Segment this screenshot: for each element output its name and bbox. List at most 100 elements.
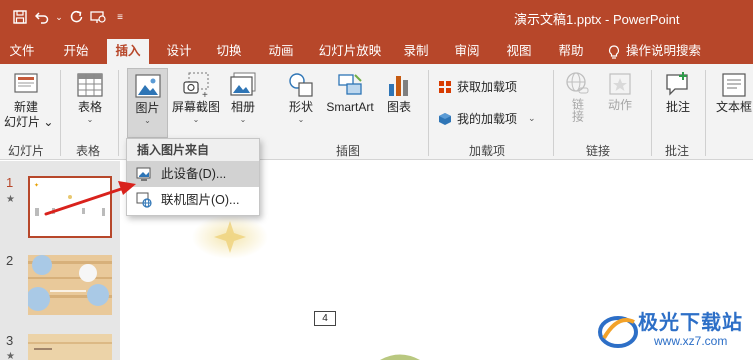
smartart-icon bbox=[338, 74, 362, 95]
this-device-label: 此设备(D)... bbox=[161, 167, 227, 181]
watermark-url: www.xz7.com bbox=[654, 334, 728, 348]
group-label-addins: 加载项 bbox=[469, 144, 506, 158]
slide-number: 3 bbox=[6, 333, 14, 348]
slide-thumbnail-3[interactable] bbox=[28, 334, 112, 360]
slide-number-placeholder[interactable]: 4 bbox=[314, 311, 336, 326]
slide-2-preview bbox=[26, 255, 112, 315]
tab-view[interactable]: 视图 bbox=[500, 39, 538, 64]
tab-home[interactable]: 开始 bbox=[56, 39, 96, 64]
screenshot-icon: + bbox=[183, 72, 209, 100]
chevron-down-icon: ⌄ bbox=[528, 113, 536, 123]
ribbon-separator bbox=[651, 70, 652, 156]
chevron-down-icon: ⌄ bbox=[144, 116, 151, 125]
globe-link-icon bbox=[566, 72, 589, 94]
group-label-links: 链接 bbox=[586, 144, 611, 158]
dropdown-header: 插入图片来自 bbox=[127, 139, 259, 161]
smartart-label: SmartArt bbox=[326, 100, 374, 114]
watermark-logo-icon bbox=[598, 316, 638, 348]
tab-file[interactable]: 文件 bbox=[6, 39, 38, 64]
smartart-button[interactable]: SmartArt bbox=[322, 70, 378, 115]
group-label-illustrations: 插图 bbox=[336, 144, 361, 158]
menu-item-online-pictures[interactable]: 联机图片(O)... bbox=[127, 187, 259, 213]
slide-1-preview: ✦ bbox=[30, 178, 110, 236]
screenshot-label: 屏幕截图 bbox=[171, 100, 220, 114]
shapes-icon bbox=[289, 73, 313, 97]
site-watermark: 极光下载站 www.xz7.com bbox=[596, 302, 748, 358]
customize-toolbar-icon[interactable]: ≡ bbox=[110, 6, 130, 28]
slide-thumbnail-panel: 1 ★ ✦ 2 3 ★ bbox=[0, 161, 120, 360]
window-title: 演示文稿1.pptx - PowerPoint bbox=[514, 12, 680, 27]
new-slide-label-line1: 新建 bbox=[13, 100, 38, 114]
tell-me-search[interactable]: 操作说明搜索 bbox=[608, 39, 728, 64]
table-label: 表格 bbox=[77, 100, 102, 114]
insert-picture-dropdown: 插入图片来自 此设备(D)... 联机图片(O)... bbox=[126, 138, 260, 216]
new-comment-icon bbox=[666, 72, 688, 96]
this-device-icon bbox=[136, 167, 151, 181]
svg-text:+: + bbox=[202, 90, 208, 100]
new-slide-label-line2: 幻灯片 ⌄ bbox=[4, 115, 54, 129]
my-addins-label: 我的加载项 bbox=[457, 112, 518, 126]
animation-star-icon: ★ bbox=[6, 351, 15, 360]
slide-thumbnail-1[interactable]: ✦ bbox=[28, 176, 112, 238]
picture-icon bbox=[134, 74, 161, 98]
save-icon[interactable] bbox=[10, 6, 30, 28]
addin-cube-icon bbox=[439, 112, 451, 125]
menu-item-this-device[interactable]: 此设备(D)... bbox=[127, 161, 259, 187]
get-addins-label: 获取加载项 bbox=[457, 80, 518, 94]
lightbulb-icon bbox=[608, 45, 620, 59]
chevron-down-icon: ⌄ bbox=[192, 115, 200, 124]
chevron-down-icon: ⌄ bbox=[297, 115, 305, 124]
screenshot-button[interactable]: + 屏幕截图 ⌄ bbox=[170, 70, 222, 125]
table-button[interactable]: 表格 ⌄ bbox=[70, 70, 110, 125]
svg-text:✦: ✦ bbox=[34, 182, 39, 189]
present-from-start-icon[interactable] bbox=[88, 6, 108, 28]
textbox-icon bbox=[722, 73, 746, 97]
my-addins-button[interactable]: 我的加载项 ⌄ bbox=[438, 110, 536, 127]
slide-number: 1 bbox=[6, 175, 14, 190]
chevron-down-icon: ⌄ bbox=[86, 115, 94, 124]
shapes-button[interactable]: 形状 ⌄ bbox=[283, 70, 319, 125]
ribbon-separator bbox=[118, 70, 119, 156]
comment-button[interactable]: 批注 bbox=[660, 70, 696, 115]
watermark-title: 极光下载站 bbox=[638, 312, 743, 334]
undo-dropdown-icon[interactable]: ⌄ bbox=[54, 6, 64, 28]
ribbon: 新建 幻灯片 ⌄ 幻灯片 表格 ⌄ 表格 图片 ⌄ + 屏幕截图 ⌄ 相册 ⌄ … bbox=[0, 64, 753, 160]
photo-album-button[interactable]: 相册 ⌄ bbox=[225, 70, 261, 125]
tab-slideshow[interactable]: 幻灯片放映 bbox=[315, 39, 385, 64]
animation-star-icon: ★ bbox=[6, 194, 15, 205]
undo-icon[interactable] bbox=[32, 6, 52, 28]
redo-icon[interactable] bbox=[66, 6, 86, 28]
tab-animations[interactable]: 动画 bbox=[262, 39, 300, 64]
group-label-comments: 批注 bbox=[665, 144, 690, 158]
tab-help[interactable]: 帮助 bbox=[552, 39, 590, 64]
tab-record[interactable]: 录制 bbox=[398, 39, 434, 64]
chart-button[interactable]: 图表 bbox=[382, 70, 416, 115]
textbox-button[interactable]: 文本框 bbox=[712, 70, 753, 115]
slide-thumbnail-2[interactable] bbox=[26, 255, 112, 315]
picture-label: 图片 bbox=[135, 101, 160, 115]
store-icon bbox=[439, 80, 451, 93]
tab-design[interactable]: 设计 bbox=[160, 39, 198, 64]
tab-transitions[interactable]: 切换 bbox=[210, 39, 248, 64]
action-label: 动作 bbox=[607, 98, 632, 112]
new-slide-icon bbox=[14, 73, 38, 93]
photo-album-label: 相册 bbox=[230, 100, 255, 114]
photo-album-icon bbox=[230, 72, 256, 96]
tab-review[interactable]: 审阅 bbox=[448, 39, 486, 64]
group-label-tables: 表格 bbox=[76, 144, 101, 158]
ribbon-tabs: 文件 开始 插入 设计 切换 动画 幻灯片放映 录制 审阅 视图 帮助 操作说明… bbox=[0, 34, 753, 64]
shapes-label: 形状 bbox=[288, 100, 313, 114]
new-slide-button[interactable]: 新建 幻灯片 ⌄ bbox=[4, 70, 54, 130]
picture-button[interactable]: 图片 ⌄ bbox=[127, 68, 168, 138]
get-addins-button[interactable]: 获取加载项 bbox=[438, 78, 517, 95]
tab-insert[interactable]: 插入 bbox=[107, 39, 149, 64]
tell-me-label: 操作说明搜索 bbox=[626, 44, 702, 58]
ribbon-separator bbox=[553, 70, 554, 156]
ribbon-separator bbox=[428, 70, 429, 156]
action-button[interactable]: 动作 bbox=[603, 70, 637, 113]
ribbon-separator bbox=[60, 70, 61, 156]
online-pictures-icon bbox=[136, 192, 152, 208]
action-star-icon bbox=[609, 73, 631, 95]
link-button[interactable]: 链接 bbox=[562, 70, 592, 122]
slide-3-preview bbox=[28, 334, 112, 360]
